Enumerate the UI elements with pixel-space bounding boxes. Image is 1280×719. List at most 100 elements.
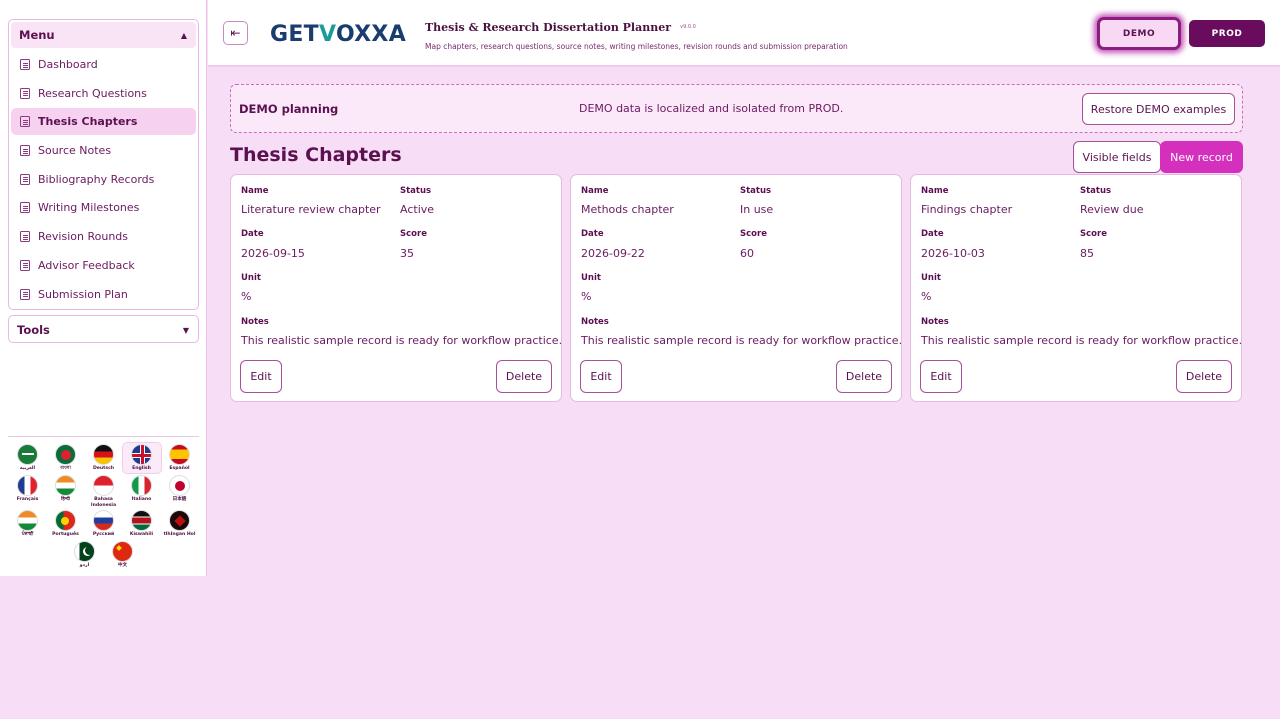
language-spanish[interactable]: Español [161,443,199,473]
score-value: 35 [400,247,414,260]
sidebar-item-research-questions[interactable]: Research Questions [11,80,196,107]
date-value: 2026-09-22 [581,247,645,260]
language-chinese[interactable]: 中文 [104,540,142,570]
notes-label: Notes [581,317,609,327]
sidebar-item-thesis-chapters[interactable]: Thesis Chapters [11,108,196,136]
app-subtitle: Map chapters, research questions, source… [425,42,848,51]
portugal-flag-icon [55,510,76,531]
klingon-emblem-icon [169,510,190,531]
language-selector: العربية বাংলা Deutsch English Español Fr… [8,436,199,571]
notice-text: DEMO data is localized and isolated from… [579,102,844,115]
sidebar-item-bibliography-records[interactable]: Bibliography Records [11,166,196,193]
visible-fields-button[interactable]: Visible fields [1073,141,1161,173]
unit-label: Unit [921,273,941,283]
name-value: Methods chapter [581,203,674,216]
document-icon [20,259,30,271]
sidebar-item-label: Submission Plan [38,287,128,301]
menu-header[interactable]: Menu ▲ [11,22,196,48]
sidebar-item-advisor-feedback[interactable]: Advisor Feedback [11,252,196,279]
language-portuguese[interactable]: Português [47,509,85,539]
edit-button[interactable]: Edit [580,360,622,393]
edit-button[interactable]: Edit [920,360,962,393]
language-bengali[interactable]: বাংলা [47,443,85,473]
notice-title: DEMO planning [239,102,339,116]
edit-button[interactable]: Edit [240,360,282,393]
document-icon [20,87,30,99]
notes-value: This realistic sample record is ready fo… [581,334,903,347]
language-klingon[interactable]: tlhIngan Hol [161,509,199,539]
new-record-button[interactable]: New record [1160,141,1243,173]
sidebar-item-source-notes[interactable]: Source Notes [11,137,196,164]
sidebar-item-submission-plan[interactable]: Submission Plan [11,281,196,308]
delete-button[interactable]: Delete [1176,360,1232,393]
language-japanese[interactable]: 日本語 [161,474,199,508]
document-icon [20,202,30,214]
tools-panel[interactable]: Tools ▼ [8,315,199,343]
logo-text: GETVOXXA [270,21,407,47]
restore-demo-button[interactable]: Restore DEMO examples [1082,93,1235,125]
status-label: Status [1080,186,1112,196]
status-value: In use [740,203,774,216]
document-icon [20,173,30,185]
score-value: 60 [740,247,754,260]
notes-value: This realistic sample record is ready fo… [241,334,563,347]
language-french[interactable]: Français [9,474,47,508]
status-label: Status [400,186,432,196]
delete-button[interactable]: Delete [496,360,552,393]
delete-button[interactable]: Delete [836,360,892,393]
language-hindi[interactable]: हिन्दी [47,474,85,508]
sidebar-item-label: Source Notes [38,144,112,158]
language-arabic[interactable]: العربية [9,443,47,473]
chevron-down-icon: ▼ [182,325,189,335]
app-title-block: Thesis & Research Dissertation Planner v… [425,16,848,51]
name-value: Literature review chapter [241,203,381,216]
menu-panel: Menu ▲ Dashboard Research Questions Thes… [8,19,199,310]
date-label: Date [241,229,264,239]
tools-title: Tools [17,323,50,337]
france-flag-icon [17,475,38,496]
score-label: Score [740,229,767,239]
italy-flag-icon [131,475,152,496]
name-label: Name [581,186,609,196]
document-icon [20,231,30,243]
sidebar-item-revision-rounds[interactable]: Revision Rounds [11,223,196,250]
russia-flag-icon [93,510,114,531]
sidebar-item-writing-milestones[interactable]: Writing Milestones [11,194,196,221]
sidebar: Menu ▲ Dashboard Research Questions Thes… [0,0,207,576]
language-russian[interactable]: Русский [85,509,123,539]
record-card: Name Findings chapter Status Review due … [910,174,1242,402]
india-flag-icon [55,475,76,496]
document-icon [20,145,30,157]
record-card: Name Literature review chapter Status Ac… [230,174,562,402]
chevron-up-icon: ▲ [180,30,187,40]
status-label: Status [740,186,772,196]
language-german[interactable]: Deutsch [85,443,123,473]
sidebar-collapse-button[interactable]: ⇤ [223,21,248,45]
language-swahili[interactable]: Kiswahili [123,509,161,539]
india-flag-icon [17,510,38,531]
saudi-flag-icon [17,444,38,465]
language-indonesian[interactable]: Bahasa Indonesia [85,474,123,508]
sidebar-item-label: Thesis Chapters [38,115,138,129]
unit-value: % [921,290,932,303]
demo-notice: DEMO planning DEMO data is localized and… [230,84,1243,133]
language-italian[interactable]: Italiano [123,474,161,508]
date-label: Date [921,229,944,239]
menu-title: Menu [19,28,55,42]
uk-flag-icon [131,444,152,465]
sidebar-item-dashboard[interactable]: Dashboard [11,51,196,78]
china-flag-icon [112,541,133,562]
sidebar-item-label: Revision Rounds [38,230,129,244]
language-punjabi[interactable]: ਪੰਜਾਬੀ [9,509,47,539]
language-english[interactable]: English [121,442,162,474]
date-value: 2026-10-03 [921,247,985,260]
indonesia-flag-icon [93,475,114,496]
tools-header[interactable]: Tools ▼ [9,316,198,344]
notes-label: Notes [241,317,269,327]
unit-label: Unit [581,273,601,283]
menu-list: Dashboard Research Questions Thesis Chap… [9,50,198,310]
prod-env-button[interactable]: PROD [1189,20,1265,47]
language-urdu[interactable]: اردو [66,540,104,570]
unit-label: Unit [241,273,261,283]
demo-env-button[interactable]: DEMO [1097,17,1181,50]
